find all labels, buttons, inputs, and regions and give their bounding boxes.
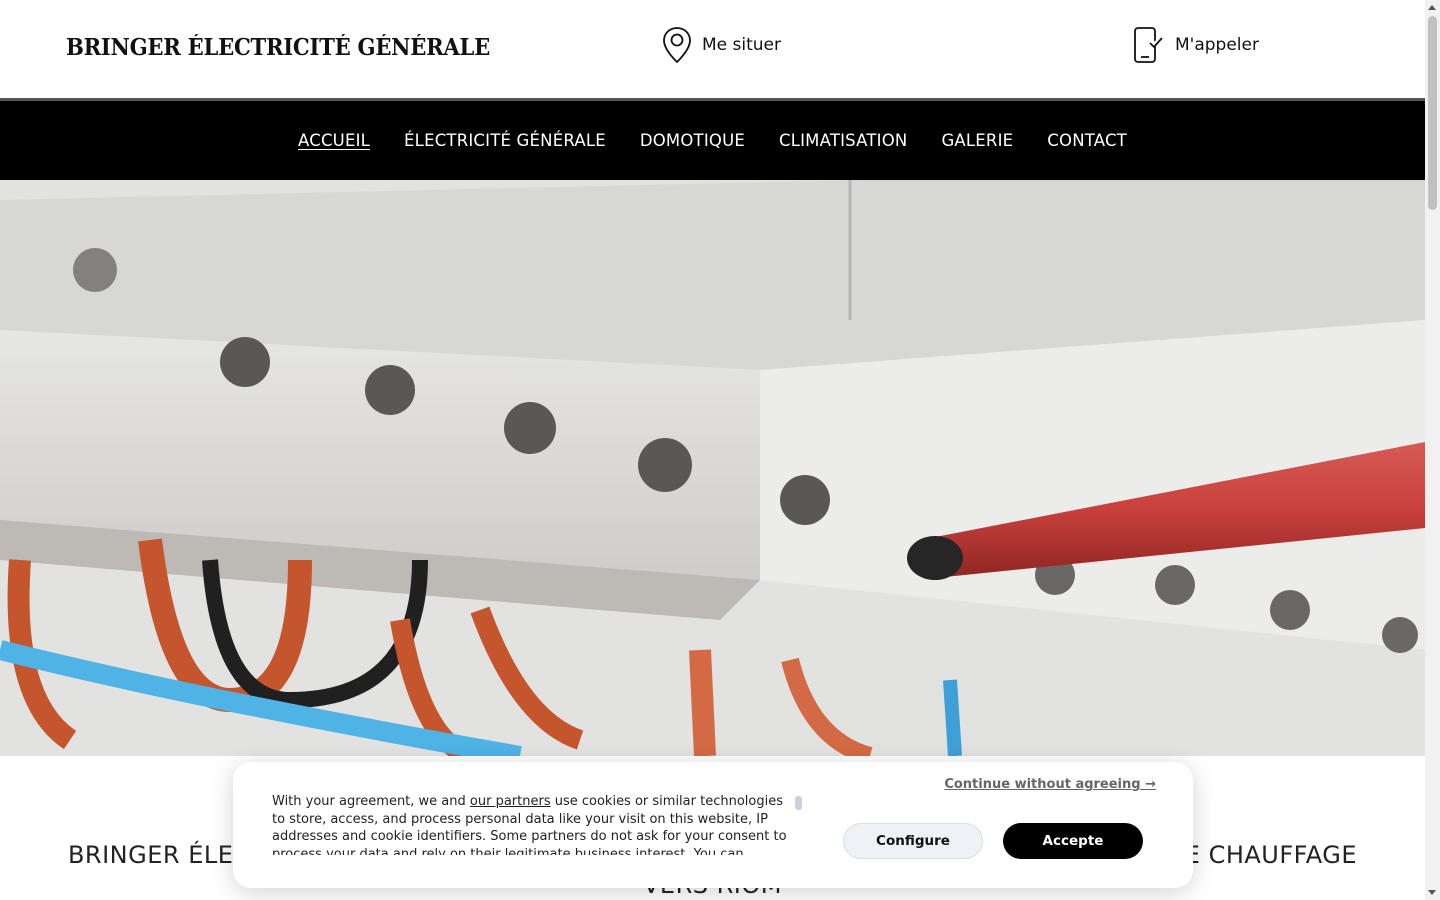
site-header: BRINGER ÉLECTRICITÉ GÉNÉRALE Me situer M… — [0, 0, 1425, 98]
cookie-banner: With your agreement, we and our partners… — [233, 762, 1193, 888]
cookie-text-before: With your agreement, we and — [272, 794, 470, 809]
headline-end: DE CHAUFFAGE — [1165, 841, 1358, 869]
nav-item-contact[interactable]: CONTACT — [1047, 131, 1127, 150]
accept-button[interactable]: Accepte — [1003, 823, 1143, 859]
smartphone-check-icon — [1134, 27, 1163, 63]
nav-item-galerie[interactable]: GALERIE — [941, 131, 1013, 150]
hero-image — [0, 180, 1425, 756]
nav-item-accueil[interactable]: ACCUEIL — [298, 131, 370, 150]
partners-link[interactable]: our partners — [470, 794, 551, 809]
configure-button[interactable]: Configure — [843, 823, 983, 859]
site-brand[interactable]: BRINGER ÉLECTRICITÉ GÉNÉRALE — [66, 34, 490, 61]
locate-link[interactable]: Me situer — [662, 26, 781, 64]
call-link[interactable]: M'appeler — [1133, 26, 1259, 64]
hero-illustration — [0, 180, 1425, 756]
cookie-text: With your agreement, we and our partners… — [272, 793, 792, 855]
continue-without-agreeing-link[interactable]: Continue without agreeing → — [944, 777, 1156, 792]
cookie-text-scrollbar[interactable] — [795, 796, 802, 810]
call-label: M'appeler — [1175, 35, 1259, 55]
main-nav: ACCUEIL ÉLECTRICITÉ GÉNÉRALE DOMOTIQUE C… — [0, 101, 1425, 180]
nav-item-climatisation[interactable]: CLIMATISATION — [779, 131, 907, 150]
nav-item-domotique[interactable]: DOMOTIQUE — [640, 131, 745, 150]
locate-label: Me situer — [702, 35, 781, 55]
scroll-down-arrow-icon[interactable] — [1428, 890, 1436, 895]
scrollbar-thumb[interactable] — [1428, 16, 1437, 210]
page-scrollbar[interactable] — [1425, 0, 1440, 900]
scroll-up-arrow-icon[interactable] — [1428, 5, 1436, 10]
nav-item-electricite-generale[interactable]: ÉLECTRICITÉ GÉNÉRALE — [404, 131, 606, 150]
map-pin-icon — [663, 27, 691, 64]
